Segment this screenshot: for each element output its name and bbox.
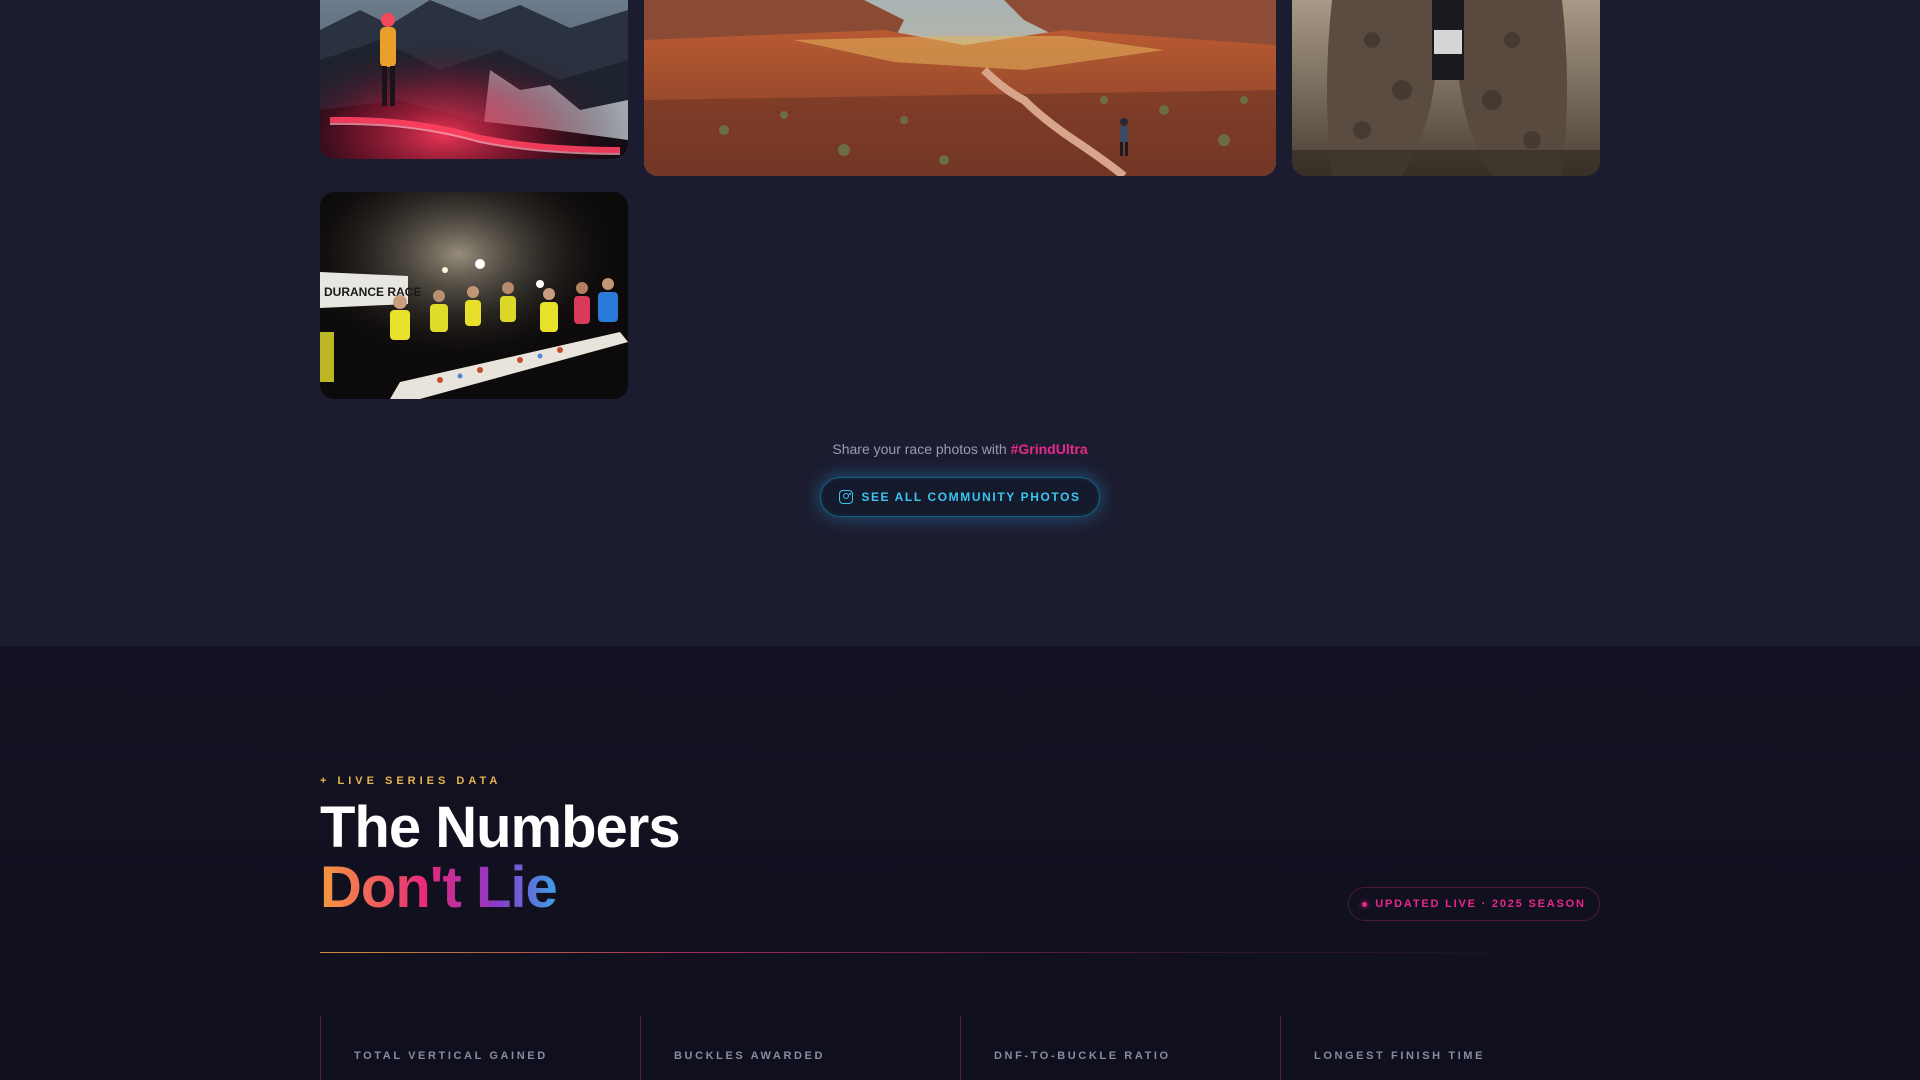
live-status-label: UPDATED LIVE · 2025 SEASON (1375, 898, 1586, 910)
live-dot-icon (1362, 901, 1368, 907)
title-line-2: Don't Lie (320, 855, 558, 920)
stat-longest-finish: LONGEST FINISH TIME (1280, 1016, 1600, 1080)
numbers-section: + LIVE SERIES DATA The Numbers Don't Lie… (0, 646, 1920, 1080)
stats-row: TOTAL VERTICAL GAINED BUCKLES AWARDED DN… (320, 1016, 1600, 1080)
see-all-photos-button[interactable]: SEE ALL COMMUNITY PHOTOS (820, 477, 1100, 517)
stat-dnf-ratio: DNF-TO-BUCKLE RATIO (960, 1016, 1280, 1080)
share-prompt: Share your race photos with #GrindUltra (0, 441, 1920, 457)
section-title: The Numbers Don't Lie (320, 795, 681, 920)
aid-station-photo[interactable]: DURANCE RACE (320, 192, 628, 399)
live-status-badge: UPDATED LIVE · 2025 SEASON (1348, 887, 1600, 921)
community-gallery: DURANCE RACE Share your race photos with… (0, 0, 1920, 646)
muddy-legs-photo[interactable] (1292, 0, 1600, 176)
stat-label: TOTAL VERTICAL GAINED (354, 1050, 548, 1062)
stat-total-vertical: TOTAL VERTICAL GAINED (320, 1016, 640, 1080)
stat-label: DNF-TO-BUCKLE RATIO (994, 1050, 1171, 1062)
canyon-trail-photo[interactable] (644, 0, 1276, 176)
instagram-icon (839, 490, 854, 504)
section-eyebrow: + LIVE SERIES DATA (320, 775, 502, 787)
see-all-photos-label: SEE ALL COMMUNITY PHOTOS (861, 490, 1081, 504)
banner-text: DURANCE RACE (324, 285, 421, 299)
title-line-1: The Numbers (320, 795, 681, 860)
section-divider (320, 952, 1600, 953)
share-text: Share your race photos with (832, 441, 1011, 457)
stat-label: BUCKLES AWARDED (674, 1050, 826, 1062)
mountain-night-photo[interactable] (320, 0, 628, 159)
stat-buckles-awarded: BUCKLES AWARDED (640, 1016, 960, 1080)
hashtag-link[interactable]: #GrindUltra (1011, 441, 1088, 457)
stat-label: LONGEST FINISH TIME (1314, 1050, 1486, 1062)
